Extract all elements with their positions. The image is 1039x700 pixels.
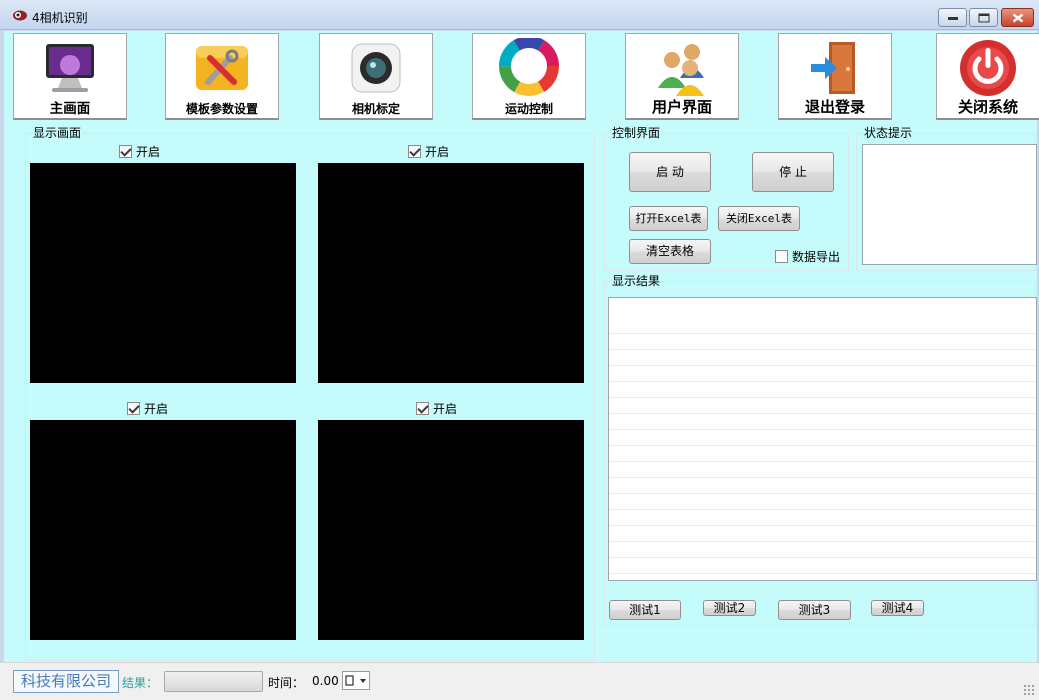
minimize-button[interactable] xyxy=(938,8,967,27)
exit-door-icon xyxy=(811,42,855,94)
toolbar-camera-calibration-button[interactable]: 相机标定 xyxy=(319,33,433,120)
status-group: 状态提示 xyxy=(856,126,1037,271)
title-bar: 4相机识别 xyxy=(0,0,1039,30)
checkbox-label: 开启 xyxy=(433,402,458,416)
camera2-enable-checkbox[interactable]: 开启 xyxy=(408,143,449,160)
toolbar-logout-button[interactable]: 退出登录 xyxy=(778,33,892,120)
toolbar-template-settings-button[interactable]: 模板参数设置 xyxy=(165,33,279,120)
status-group-title: 状态提示 xyxy=(863,126,914,140)
resize-grip-icon[interactable] xyxy=(1023,684,1035,696)
monitor-icon xyxy=(46,44,94,92)
toolbar-label: 模板参数设置 xyxy=(185,102,258,116)
open-excel-button[interactable]: 打开Excel表 xyxy=(629,206,708,231)
result-progress-bar xyxy=(164,671,263,692)
toolbar-label: 用户界面 xyxy=(651,98,712,116)
client-area: 主画面 模板参数设置 相机标定 运动控制 用户界面 退出登录 关闭系统 显示画面… xyxy=(4,31,1039,662)
toolbar-shutdown-button[interactable]: 关闭系统 xyxy=(936,33,1039,120)
checkbox-label: 数据导出 xyxy=(792,250,841,264)
data-export-checkbox[interactable]: 数据导出 xyxy=(775,248,840,265)
control-group-title: 控制界面 xyxy=(611,126,662,140)
checkbox-box[interactable] xyxy=(416,402,429,415)
results-table[interactable] xyxy=(608,297,1037,581)
result-label: 结果： xyxy=(122,676,159,690)
display-group: 显示画面 开启 开启 开启 开启 xyxy=(25,126,595,661)
users-icon xyxy=(658,44,704,96)
camera3-view xyxy=(30,420,296,640)
camera4-enable-checkbox[interactable]: 开启 xyxy=(416,400,457,417)
test1-button[interactable]: 测试1 xyxy=(609,600,681,620)
toolbar-user-interface-button[interactable]: 用户界面 xyxy=(625,33,739,120)
results-group: 显示结果 测试1 测试2 测试3 测试4 xyxy=(604,274,1037,626)
checkbox-box[interactable] xyxy=(119,145,132,158)
stop-button[interactable]: 停 止 xyxy=(752,152,834,192)
company-label: 科技有限公司 xyxy=(13,670,119,693)
toolbar-label: 运动控制 xyxy=(504,102,553,116)
camera1-view xyxy=(30,163,296,383)
app-icon xyxy=(13,10,27,21)
close-excel-button[interactable]: 关闭Excel表 xyxy=(718,206,800,231)
close-button[interactable] xyxy=(1001,8,1034,27)
status-textbox[interactable] xyxy=(862,144,1037,265)
time-value: 0.00 xyxy=(312,674,339,688)
maximize-button[interactable] xyxy=(969,8,998,27)
status-dropdown-button[interactable] xyxy=(342,671,370,690)
toolbar-label: 相机标定 xyxy=(351,102,400,116)
checkbox-box[interactable] xyxy=(775,250,788,263)
toolbar-label: 退出登录 xyxy=(804,98,865,116)
toolbar-main-screen-button[interactable]: 主画面 xyxy=(13,33,127,120)
camera2-view xyxy=(318,163,584,383)
status-bar: 科技有限公司 结果： 时间： 0.00 xyxy=(0,662,1039,700)
camera-icon xyxy=(351,43,401,93)
camera1-enable-checkbox[interactable]: 开启 xyxy=(119,143,160,160)
camera4-view xyxy=(318,420,584,640)
checkbox-label: 开启 xyxy=(425,145,450,159)
dropdown-icon xyxy=(345,675,366,686)
camera3-enable-checkbox[interactable]: 开启 xyxy=(127,400,168,417)
start-button[interactable]: 启 动 xyxy=(629,152,711,192)
results-group-title: 显示结果 xyxy=(611,274,662,288)
clear-table-button[interactable]: 清空表格 xyxy=(629,239,711,264)
checkbox-label: 开启 xyxy=(136,145,161,159)
toolbar-motion-control-button[interactable]: 运动控制 xyxy=(472,33,586,120)
maximize-icon xyxy=(978,13,989,22)
toolbar-label: 主画面 xyxy=(49,101,91,117)
checkbox-label: 开启 xyxy=(144,402,169,416)
minimize-icon xyxy=(947,16,958,20)
results-table-rows xyxy=(609,318,1036,580)
test2-button[interactable]: 测试2 xyxy=(703,600,756,616)
close-icon xyxy=(1012,13,1023,22)
window-title: 4相机识别 xyxy=(32,11,88,25)
time-label: 时间： xyxy=(268,676,305,690)
color-wheel-icon xyxy=(499,38,559,96)
checkbox-box[interactable] xyxy=(127,402,140,415)
control-group: 控制界面 启 动 停 止 打开Excel表 关闭Excel表 清空表格 数据导出 xyxy=(604,126,849,271)
test4-button[interactable]: 测试4 xyxy=(871,600,924,616)
test3-button[interactable]: 测试3 xyxy=(778,600,851,620)
display-group-title: 显示画面 xyxy=(32,126,83,140)
toolbar-label: 关闭系统 xyxy=(957,98,1018,116)
checkbox-box[interactable] xyxy=(408,145,421,158)
power-icon xyxy=(960,40,1016,96)
tools-icon xyxy=(196,46,248,90)
